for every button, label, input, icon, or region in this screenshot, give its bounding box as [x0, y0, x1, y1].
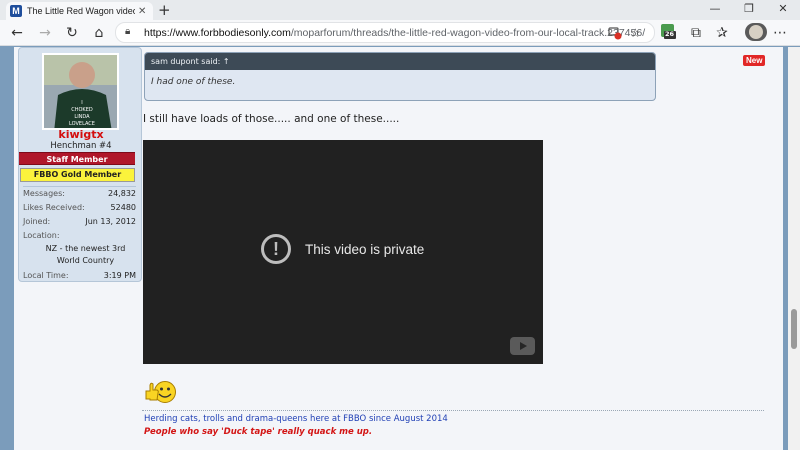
- username-link[interactable]: kiwigtx: [19, 128, 143, 141]
- quote-author[interactable]: sam dupont said: ↑: [145, 53, 655, 70]
- favorites-icon[interactable]: ✰: [713, 24, 731, 42]
- tracking-prevention-icon[interactable]: [608, 26, 622, 40]
- profile-avatar[interactable]: [745, 23, 767, 41]
- exclamation-icon: !: [261, 234, 291, 264]
- video-status-text: This video is private: [305, 241, 425, 257]
- close-window-button[interactable]: ✕: [766, 0, 800, 18]
- navigation-bar: ← → ↻ ⌂ 🔒︎ https://www.forbbodiesonly.co…: [0, 20, 800, 46]
- thumbs-up-smiley-icon: [145, 381, 176, 403]
- stat-value: 52480: [110, 203, 136, 212]
- location-value: NZ - the newest 3rd World Country: [45, 244, 126, 265]
- site-favicon-icon: M: [10, 5, 22, 17]
- post-text: I still have loads of those..... and one…: [143, 113, 400, 125]
- stat-value[interactable]: 24,832: [108, 187, 136, 201]
- avatar-shirt-line: CHOKED: [71, 107, 93, 113]
- address-bar[interactable]: 🔒︎ https://www.forbbodiesonly.com/moparf…: [115, 22, 655, 43]
- stat-row: Likes Received: 52480: [23, 201, 136, 215]
- home-icon[interactable]: ⌂: [90, 24, 108, 42]
- gold-member-banner: FBBO Gold Member: [20, 168, 135, 182]
- stat-value: Jun 13, 2012: [85, 217, 136, 226]
- back-arrow-icon[interactable]: ←: [8, 24, 26, 42]
- avatar[interactable]: I CHOKED LINDA LOVELACE: [42, 53, 119, 130]
- signature-line-1: Herding cats, trolls and drama-queens he…: [144, 414, 448, 424]
- more-menu-icon[interactable]: ⋯: [771, 24, 789, 42]
- user-stats: Messages: 24,832 Likes Received: 52480 J…: [23, 186, 136, 283]
- favorite-star-icon[interactable]: ☆: [630, 26, 641, 40]
- stat-label: Location:: [23, 231, 60, 240]
- stat-label: Messages:: [23, 189, 65, 198]
- user-info-panel: I CHOKED LINDA LOVELACE kiwigtx Henchman…: [18, 47, 142, 282]
- tab-bar: M The Little Red Wagon video from ✕ + — …: [0, 0, 800, 20]
- video-private-message: ! This video is private: [261, 234, 424, 264]
- stat-row: Messages: 24,832: [23, 187, 136, 201]
- stat-row: Location:: [23, 229, 136, 243]
- window-controls: — ❐ ✕: [698, 0, 800, 18]
- page-scrollbar[interactable]: [788, 47, 800, 450]
- user-title: Henchman #4: [50, 141, 112, 151]
- signature-divider: [142, 410, 764, 411]
- new-badge: New: [743, 55, 766, 66]
- close-tab-icon[interactable]: ✕: [138, 6, 146, 17]
- stat-label: Likes Received:: [23, 203, 85, 212]
- minimize-button[interactable]: —: [698, 0, 732, 18]
- maximize-button[interactable]: ❐: [732, 0, 766, 18]
- refresh-icon[interactable]: ↻: [63, 24, 81, 42]
- stat-row: Joined: Jun 13, 2012: [23, 215, 136, 229]
- staff-member-banner: Staff Member: [19, 152, 135, 165]
- stat-label: Joined:: [23, 217, 51, 226]
- quote-block: sam dupont said: ↑ I had one of these.: [144, 52, 656, 101]
- post-container: I CHOKED LINDA LOVELACE kiwigtx Henchman…: [14, 47, 783, 450]
- stat-value: 3:19 PM: [103, 271, 136, 280]
- signature-line-2: People who say 'Duck tape' really quack …: [144, 427, 373, 437]
- video-embed[interactable]: ! This video is private: [143, 140, 543, 364]
- scrollbar-thumb[interactable]: [791, 309, 797, 349]
- page: I CHOKED LINDA LOVELACE kiwigtx Henchman…: [0, 47, 800, 450]
- forward-arrow-icon[interactable]: →: [36, 24, 54, 42]
- stat-label: Local Time:: [23, 271, 69, 280]
- avatar-shirt-line: LINDA: [74, 114, 90, 120]
- new-tab-button[interactable]: +: [158, 1, 171, 19]
- extension-badge: 26: [665, 30, 675, 38]
- avatar-shirt-line: LOVELACE: [69, 121, 95, 127]
- tab-title: The Little Red Wagon video from: [27, 6, 135, 16]
- youtube-logo-icon[interactable]: [510, 337, 535, 355]
- stat-row: Local Time: 3:19 PM: [23, 269, 136, 283]
- url-text: https://www.forbbodiesonly.com/moparforu…: [144, 27, 646, 39]
- lock-icon[interactable]: 🔒︎: [125, 26, 130, 37]
- avatar-shirt-line: I: [81, 100, 82, 106]
- browser-tab[interactable]: M The Little Red Wagon video from ✕: [6, 2, 153, 20]
- quote-text: I had one of these.: [151, 77, 236, 87]
- extensions-puzzle-icon[interactable]: ⧉: [687, 24, 705, 42]
